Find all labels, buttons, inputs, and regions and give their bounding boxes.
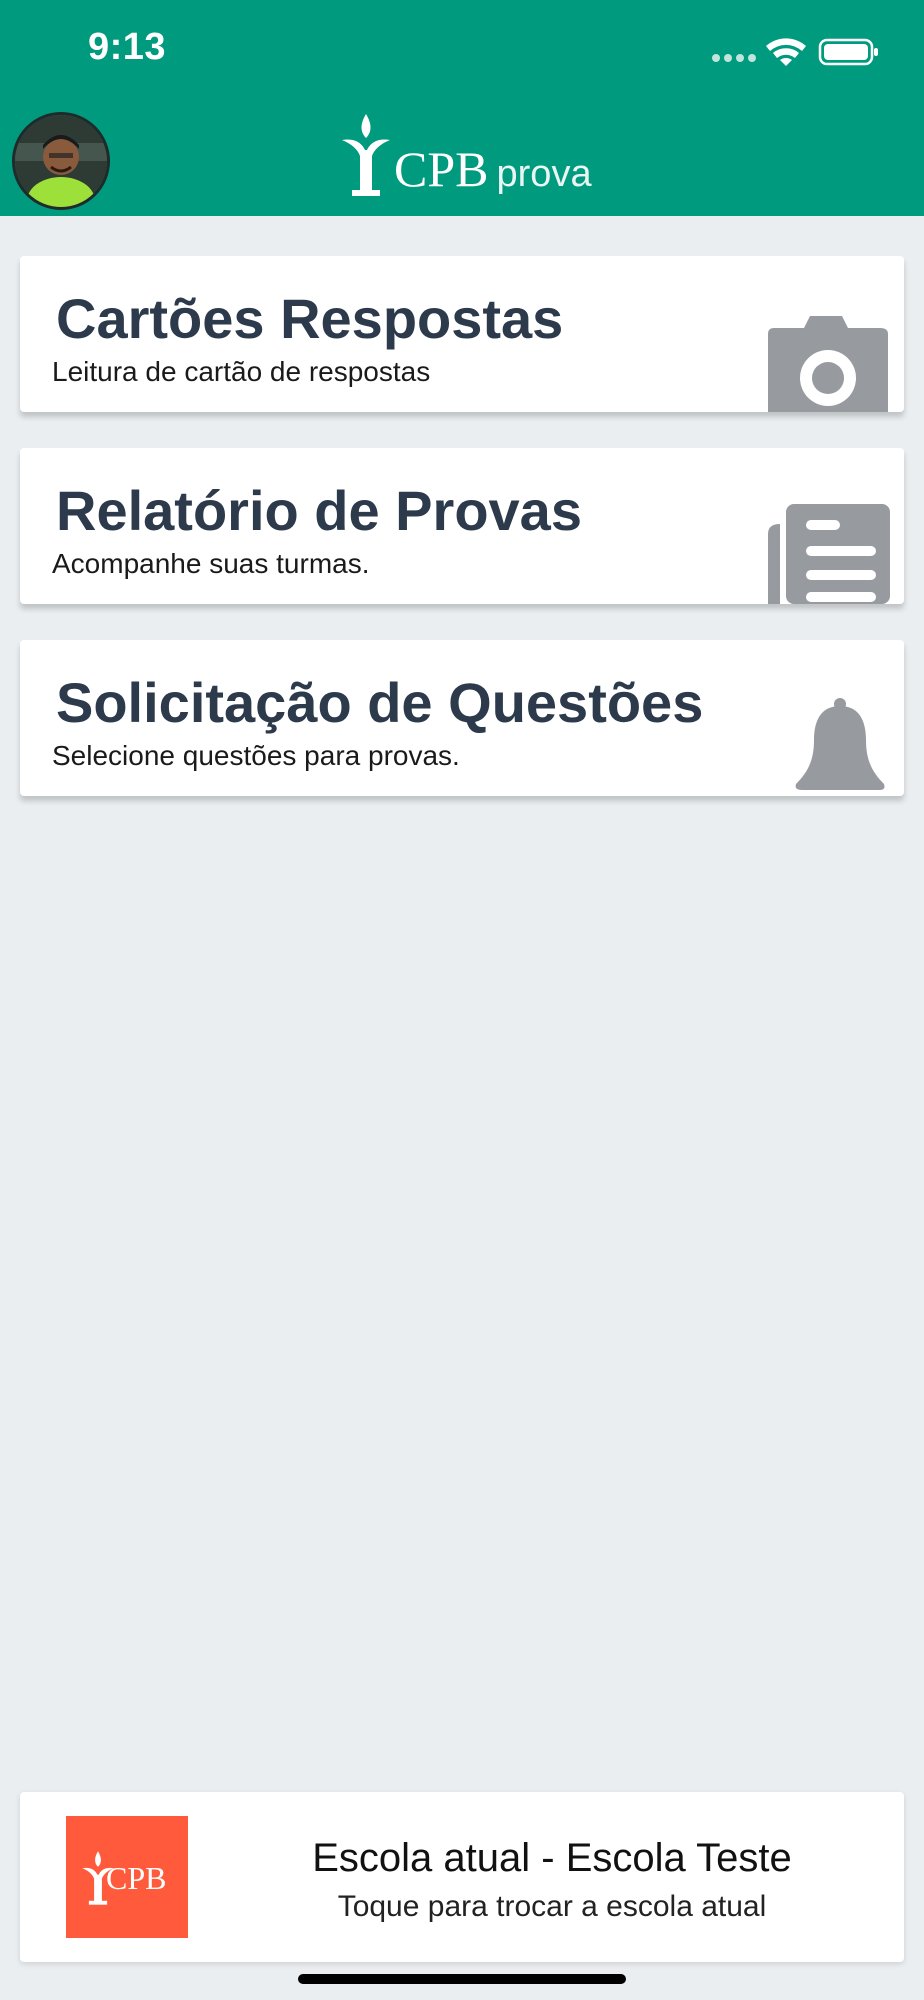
tree-logo-icon: [342, 114, 390, 196]
wifi-icon: [766, 38, 806, 66]
status-time: 9:13: [88, 26, 167, 68]
card-subtitle: Selecione questões para provas.: [52, 740, 460, 771]
battery-icon: [818, 38, 878, 66]
school-title: Escola atual - Escola Teste: [312, 1836, 792, 1880]
current-school-card[interactable]: CPB Escola atual - Escola Teste Toque pa…: [20, 1792, 904, 1962]
card-relatorio-provas[interactable]: Relatório de Provas Acompanhe suas turma…: [20, 448, 904, 604]
card-title: Cartões Respostas: [56, 287, 564, 350]
card-subtitle: Acompanhe suas turmas.: [52, 548, 370, 579]
camera-icon: [768, 316, 888, 412]
status-icons: [712, 38, 878, 66]
logo-subtitle: prova: [496, 153, 592, 195]
app-header: 9:13 CPB prova: [0, 0, 924, 216]
school-subtitle: Toque para trocar a escola atual: [337, 1890, 767, 1923]
app-logo: CPB prova: [338, 112, 592, 202]
newspaper-icon: [768, 504, 890, 604]
card-subtitle: Leitura de cartão de respostas: [52, 356, 431, 387]
signal-icon: [712, 54, 756, 62]
bell-icon: [795, 698, 885, 790]
card-title: Relatório de Provas: [56, 479, 582, 542]
logo-text: CPB prova: [394, 141, 592, 197]
school-logo: CPB: [66, 1816, 188, 1938]
avatar[interactable]: [12, 112, 110, 210]
card-cartoes-respostas[interactable]: Cartões Respostas Leitura de cartão de r…: [20, 256, 904, 412]
card-solicitacao-questoes[interactable]: Solicitação de Questões Selecione questõ…: [20, 640, 904, 796]
school-logo-text: CPB: [106, 1860, 167, 1896]
home-indicator[interactable]: [298, 1974, 626, 1984]
card-title: Solicitação de Questões: [56, 671, 704, 734]
avatar-image: [15, 115, 107, 207]
